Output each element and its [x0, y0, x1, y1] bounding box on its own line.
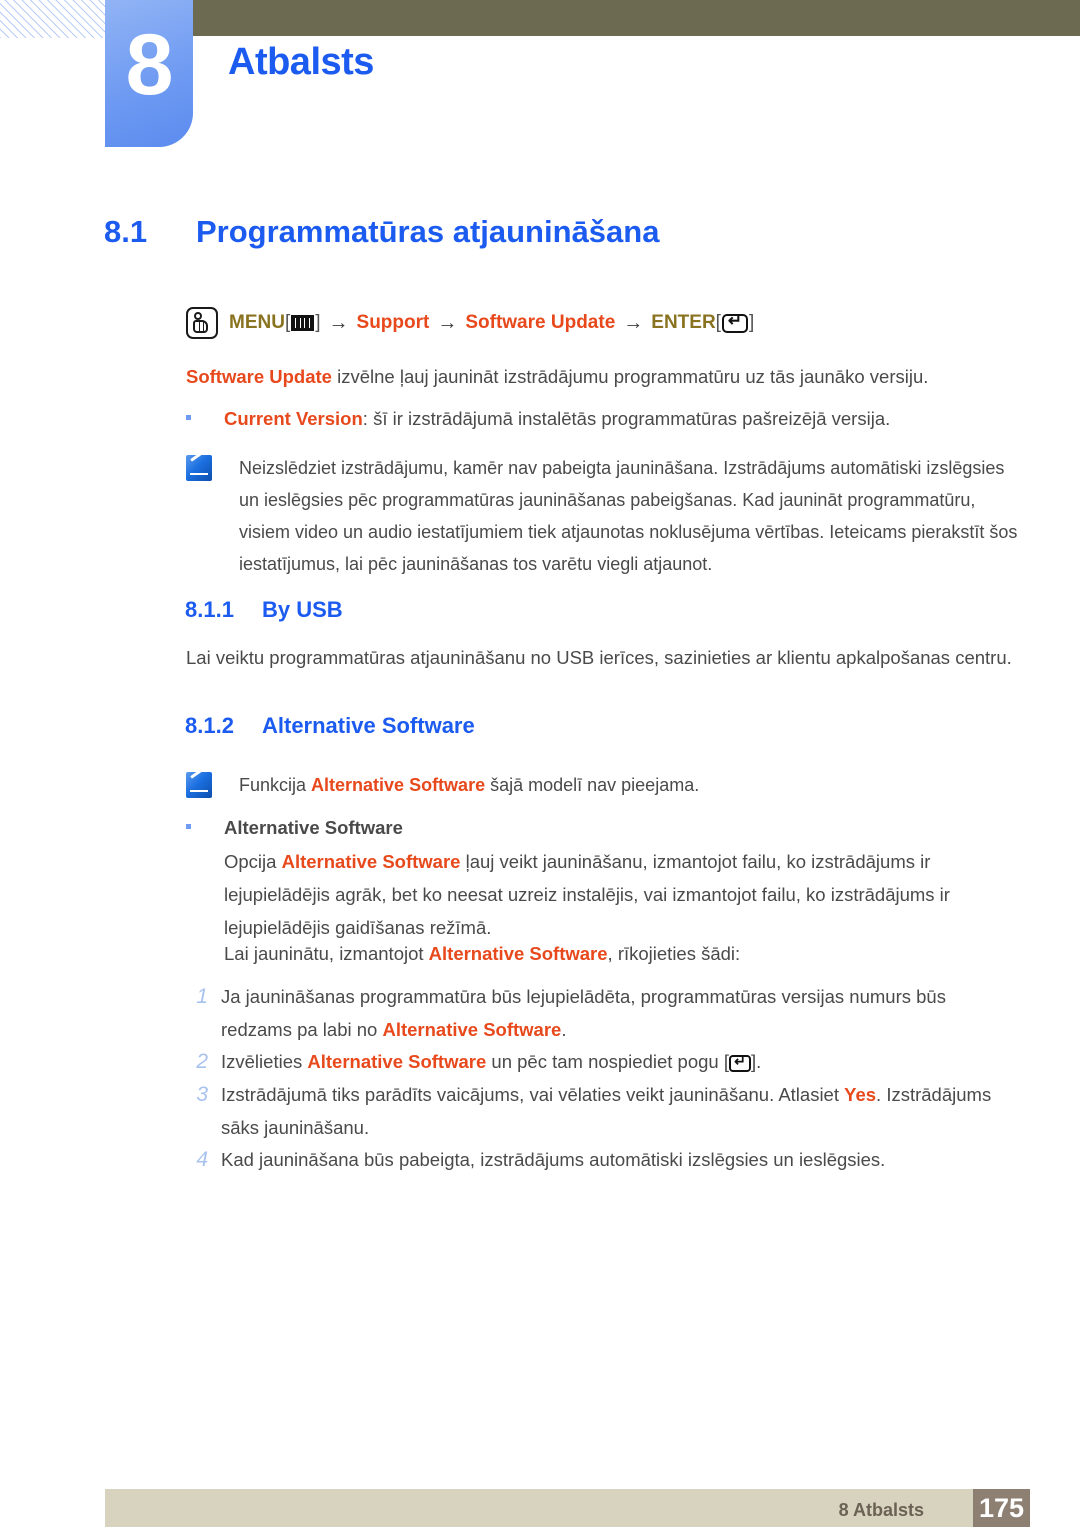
enter-key-icon	[721, 311, 748, 333]
intro-bold-term: Software Update	[186, 366, 332, 387]
subsection-heading-alternative-software: 8.1.2 Alternative Software	[185, 712, 475, 740]
enter-key-icon-step2	[729, 1053, 751, 1072]
step-3-text: Izstrādājumā tiks parādīts vaicājums, va…	[221, 1078, 1001, 1144]
chapter-number: 8	[125, 17, 174, 113]
menu-path-step-software-update: Software Update	[465, 312, 616, 333]
step-2-text: Izvēlieties Alternative Software un pēc …	[221, 1045, 1001, 1078]
menu-path-line: MENU [] → Support → Software Update → EN…	[186, 306, 754, 340]
step-2-tail: ].	[751, 1051, 762, 1072]
page-header: 8 Atbalsts	[0, 0, 1080, 180]
step-1-number: 1	[196, 985, 208, 1008]
footer-chapter-label: 8 Atbalsts	[838, 1500, 924, 1520]
note-pen-icon	[186, 455, 212, 481]
note-2-post: šajā modelī nav pieejama.	[485, 775, 700, 795]
subsection-usb-number: 8.1.1	[185, 597, 234, 622]
note-pen-icon-2	[186, 772, 212, 798]
bracket-open-2: [	[715, 312, 721, 333]
bullet-current-version-text: Current Version: šī ir izstrādājumā inst…	[224, 402, 890, 435]
alt-p2-bold: Alternative Software	[428, 943, 608, 964]
arrow-icon-3: →	[623, 311, 644, 334]
header-olive-bar	[193, 0, 1080, 36]
note-2-bold-term: Alternative Software	[311, 775, 486, 795]
section-heading: 8.1 Programmatūras atjaunināšana	[104, 213, 659, 251]
step-2-pre: Izvēlieties	[221, 1051, 308, 1072]
chapter-number-badge: 8	[105, 0, 193, 147]
bullet-alternative-software-label: Alternative Software	[224, 817, 403, 838]
alt-p1-bold: Alternative Software	[281, 851, 461, 872]
by-usb-paragraph: Lai veiktu programmatūras atjaunināšanu …	[186, 647, 1012, 668]
step-2-bold: Alternative Software	[307, 1051, 487, 1072]
arrow-icon-2: →	[437, 311, 458, 334]
step-1-bold: Alternative Software	[382, 1019, 562, 1040]
intro-paragraph: Software Update izvēlne ļauj jaunināt iz…	[186, 360, 1016, 393]
hand-pointer-icon	[186, 307, 218, 339]
note-2-pre: Funkcija	[239, 775, 312, 795]
subsection-alt-title: Alternative Software	[262, 713, 475, 738]
step-3-number: 3	[196, 1083, 208, 1106]
footer-page-number: 175	[973, 1489, 1030, 1527]
step-2-post: un pēc tam nospiediet pogu [	[486, 1051, 729, 1072]
menu-path-step-support: Support	[356, 312, 430, 333]
alt-p1-pre: Opcija	[224, 851, 282, 872]
note-2-text: Funkcija Alternative Software šajā model…	[239, 769, 1024, 801]
note-1-text: Neizslēdziet izstrādājumu, kamēr nav pab…	[239, 458, 1018, 574]
bullet-dot-icon-2	[186, 824, 191, 829]
alt-p2-pre: Lai jauninātu, izmantojot	[224, 943, 429, 964]
alternative-software-paragraph-2: Lai jauninātu, izmantojot Alternative So…	[224, 937, 1014, 970]
intro-rest: izvēlne ļauj jaunināt izstrādājumu progr…	[331, 366, 929, 387]
bracket-open: [	[284, 312, 291, 333]
menu-path-menu-label: MENU	[229, 312, 285, 333]
step-1-post: .	[561, 1019, 567, 1040]
menu-bars-icon	[291, 315, 315, 331]
bracket-close: ]	[315, 312, 321, 333]
alt-p2-post: , rīkojieties šādi:	[607, 943, 741, 964]
menu-path-enter-label: ENTER	[651, 312, 716, 333]
step-1-text: Ja jaunināšanas programmatūra būs lejupi…	[221, 980, 1001, 1046]
step-2-number: 2	[196, 1050, 208, 1073]
step-1-pre: Ja jaunināšanas programmatūra būs lejupi…	[221, 986, 946, 1040]
arrow-icon-1: →	[328, 311, 349, 334]
subsection-alt-number: 8.1.2	[185, 713, 234, 738]
step-3-pre: Izstrādājumā tiks parādīts vaicājums, va…	[221, 1084, 845, 1105]
bracket-close-2: ]	[748, 312, 755, 333]
section-number: 8.1	[104, 214, 148, 249]
step-4-number: 4	[196, 1148, 208, 1171]
subsection-usb-title: By USB	[262, 597, 343, 622]
subsection-heading-by-usb: 8.1.1 By USB	[185, 596, 343, 624]
current-version-label: Current Version	[224, 408, 363, 429]
chapter-title: Atbalsts	[228, 41, 374, 83]
step-4-text: Kad jaunināšana būs pabeigta, izstrādāju…	[221, 1149, 886, 1170]
alternative-software-paragraph-1: Opcija Alternative Software ļauj veikt j…	[224, 845, 1014, 944]
step-3-bold: Yes	[844, 1084, 877, 1105]
section-title-text: Programmatūras atjaunināšana	[196, 214, 660, 249]
current-version-rest: : šī ir izstrādājumā instalētās programm…	[362, 408, 891, 429]
bullet-dot-icon	[186, 415, 191, 420]
